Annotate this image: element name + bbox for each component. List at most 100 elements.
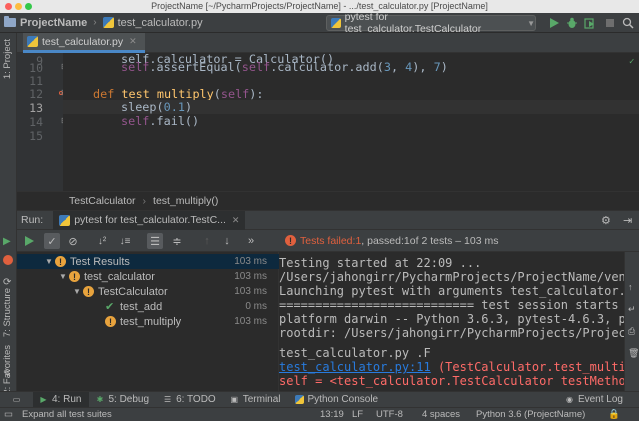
- code-editor[interactable]: self.calculator = Calculator() self.asse…: [63, 52, 639, 191]
- tool-tab-run[interactable]: ▶ 4: Run: [33, 391, 90, 408]
- editor-tab-test-calculator[interactable]: test_calculator.py ✕: [23, 33, 145, 53]
- expand-arrow-icon[interactable]: ▼: [71, 287, 83, 296]
- debug-button[interactable]: [566, 17, 578, 29]
- expand-all-button[interactable]: ☰: [147, 233, 163, 249]
- close-window-button[interactable]: [5, 3, 12, 10]
- line-separator[interactable]: LF: [352, 409, 363, 420]
- stop-button[interactable]: [604, 17, 616, 29]
- status-bar: ▭ Expand all test suites 13:19 LF UTF-8 …: [0, 407, 639, 421]
- minimize-window-button[interactable]: [15, 3, 22, 10]
- line-number: 10: [29, 61, 43, 75]
- nav-crumb-project[interactable]: ProjectName: [0, 16, 87, 29]
- test-status-line: ! Tests failed: 1 , passed: 1 of 2 tests…: [279, 230, 639, 252]
- tool-tab-terminal[interactable]: ▣ Terminal: [224, 392, 289, 408]
- indent-setting[interactable]: 4 spaces: [422, 409, 460, 420]
- hide-panel-icon[interactable]: ⇥: [623, 214, 632, 227]
- debug-stop-icon[interactable]: [3, 255, 13, 265]
- expand-arrow-icon[interactable]: ▼: [43, 257, 55, 266]
- tool-tab-python-console[interactable]: Python Console: [289, 392, 387, 408]
- bottom-tool-tabs: ▭ ▶ 4: Run ✱ 5: Debug ☰ 6: TODO ▣ Termin…: [0, 391, 639, 408]
- event-log-icon: ◉: [565, 395, 573, 404]
- tool-windows-icon: ▭: [12, 395, 21, 404]
- project-tool-tab[interactable]: 1: Project: [2, 39, 13, 79]
- debug-icon: ✱: [96, 395, 104, 404]
- lock-icon[interactable]: 🔒: [608, 409, 620, 420]
- status-icon[interactable]: ▭: [4, 409, 13, 420]
- scroll-up-icon[interactable]: ↑: [628, 282, 633, 292]
- previous-failed-button[interactable]: ↑: [199, 233, 215, 249]
- file-encoding[interactable]: UTF-8: [376, 409, 403, 420]
- test-results-tree: ▼ ! Test Results 103 ms ▼ ! test_calcula…: [17, 252, 279, 391]
- tool-tab-settings-icon[interactable]: ▭: [6, 392, 33, 408]
- status-message: Expand all test suites: [22, 409, 112, 420]
- nav-crumb-file[interactable]: test_calculator.py: [102, 17, 203, 29]
- tree-node-test-results[interactable]: ▼ ! Test Results 103 ms: [17, 254, 279, 269]
- console-line: test_calculator.py .F: [279, 346, 431, 360]
- caret-position[interactable]: 13:19: [320, 409, 344, 420]
- tool-tab-debug[interactable]: ✱ 5: Debug: [89, 392, 157, 408]
- run-label: Run:: [21, 214, 44, 226]
- python-file-icon: [102, 17, 114, 28]
- chevron-down-icon: ▼: [527, 18, 535, 28]
- show-passed-toggle[interactable]: ✓: [44, 233, 60, 249]
- sort-alphabetically-button[interactable]: ↓²: [94, 233, 110, 249]
- soft-wrap-icon[interactable]: ↵: [628, 304, 636, 315]
- editor-tab-bar: test_calculator.py ✕: [17, 33, 639, 53]
- run-icon: ▶: [40, 395, 47, 404]
- console-line: Launching pytest with arguments test_cal…: [279, 284, 624, 298]
- gear-icon[interactable]: ⚙: [601, 214, 611, 227]
- zoom-window-button[interactable]: [25, 3, 32, 10]
- breadcrumb-class[interactable]: TestCalculator: [69, 195, 136, 207]
- event-log-button[interactable]: ◉ Event Log: [559, 392, 631, 408]
- left-tool-strip: 1: Project ▶ ⟳ 7: Structure 2: Favorites…: [0, 33, 17, 395]
- console-line: Testing started at 22:09 ...: [279, 256, 482, 270]
- code-line: self.fail(): [121, 114, 200, 128]
- trash-icon[interactable]: 🗑: [628, 348, 639, 359]
- run-console-output[interactable]: Testing started at 22:09 ... /Users/jaho…: [279, 252, 624, 391]
- tree-node-class[interactable]: ▼ ! TestCalculator 103 ms: [17, 284, 279, 299]
- close-icon[interactable]: ✕: [129, 36, 137, 47]
- run-tab[interactable]: pytest for test_calculator.TestC... ✕: [53, 210, 246, 230]
- expand-arrow-icon[interactable]: ▼: [57, 272, 69, 281]
- python-file-icon: [27, 36, 38, 47]
- editor-breadcrumb: TestCalculator › test_multiply(): [17, 191, 639, 209]
- run-configuration-select[interactable]: pytest for test_calculator.TestCalculato…: [326, 11, 536, 35]
- run-tool-window-header: Run: pytest for test_calculator.TestC...…: [17, 210, 639, 230]
- check-icon: ✔: [105, 301, 115, 313]
- python-interpreter[interactable]: Python 3.6 (ProjectName): [476, 409, 585, 420]
- line-number: 11: [29, 74, 43, 88]
- window-titlebar: ProjectName [~/PycharmProjects/ProjectNa…: [0, 0, 639, 13]
- console-line: self = <test_calculator.TestCalculator t…: [279, 374, 624, 388]
- print-icon[interactable]: ⎙: [628, 326, 635, 337]
- pytest-icon: [331, 18, 341, 28]
- inspection-ok-icon[interactable]: ✓: [629, 57, 634, 67]
- collapse-all-button[interactable]: ≑: [169, 233, 185, 249]
- search-icon[interactable]: [622, 17, 634, 29]
- run-with-coverage-button[interactable]: [584, 17, 596, 29]
- console-line: =========================== test session…: [279, 298, 624, 312]
- pin-icon[interactable]: ✎: [3, 369, 11, 380]
- show-ignored-toggle[interactable]: ⊘: [65, 233, 81, 249]
- sort-by-duration-button[interactable]: ↓≡: [117, 233, 133, 249]
- line-number: 14: [29, 115, 43, 129]
- line-number: 15: [29, 129, 43, 143]
- tree-node-test-add[interactable]: ✔ test_add 0 ms: [17, 299, 279, 314]
- breadcrumb-method[interactable]: test_multiply(): [153, 195, 218, 207]
- console-line: platform darwin -- Python 3.6.3, pytest-…: [279, 312, 624, 326]
- structure-tool-tab[interactable]: 7: Structure: [2, 288, 13, 337]
- chevron-right-icon: ›: [93, 17, 97, 28]
- tool-tab-todo[interactable]: ☰ 6: TODO: [157, 392, 224, 408]
- rerun-button[interactable]: [21, 233, 37, 249]
- tree-node-module[interactable]: ▼ ! test_calculator 103 ms: [17, 269, 279, 284]
- todo-icon: ☰: [163, 395, 172, 404]
- more-chevron-icon[interactable]: »: [243, 233, 259, 249]
- rerun-icon[interactable]: ⟳: [3, 277, 11, 288]
- structure-icon: ▶: [3, 236, 11, 247]
- run-button[interactable]: [548, 17, 560, 29]
- navigation-bar: ProjectName › test_calculator.py pytest …: [0, 11, 639, 35]
- tree-node-test-multiply[interactable]: ! test_multiply 103 ms: [17, 314, 279, 329]
- next-failed-button[interactable]: ↓: [219, 233, 235, 249]
- terminal-icon: ▣: [230, 395, 238, 404]
- close-icon[interactable]: ✕: [232, 215, 240, 226]
- error-source-link[interactable]: test_calculator.py:11: [279, 360, 431, 374]
